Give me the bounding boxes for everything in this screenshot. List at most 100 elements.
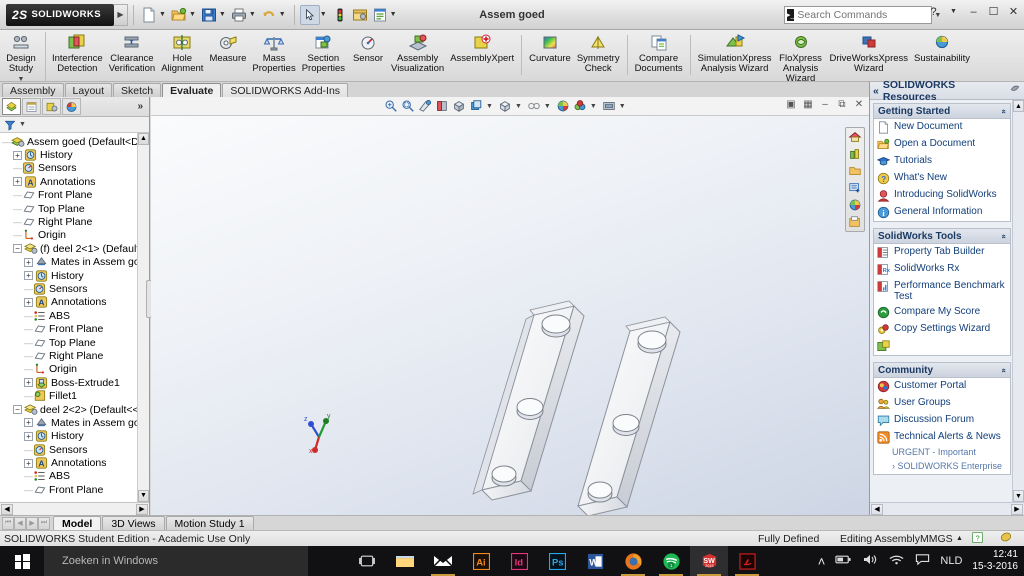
ribbon-command-hole-alignment[interactable]: Hole Alignment: [158, 32, 206, 74]
resource-group-header[interactable]: Getting Started «: [874, 104, 1010, 119]
resource-link[interactable]: Discussion Forum: [874, 412, 1010, 429]
task-pane-hscrollbar[interactable]: ◀ ▶: [870, 502, 1024, 515]
chevron-down-icon[interactable]: ▼: [486, 103, 493, 110]
battery-icon[interactable]: [835, 553, 852, 569]
ribbon-command-assembly-visualization[interactable]: Assembly Visualization: [388, 32, 447, 74]
resource-link[interactable]: Performance Benchmark Test: [874, 278, 1010, 304]
first-tab-button[interactable]: ⏮: [2, 516, 14, 530]
expand-toggle-icon[interactable]: +: [24, 271, 33, 281]
chevron-down-icon[interactable]: ▼: [219, 11, 226, 18]
status-help-badge[interactable]: ?: [972, 531, 983, 546]
news-item[interactable]: › SOLIDWORKS Enterprise: [874, 460, 1010, 474]
task-pane-scrollbar[interactable]: ▲ ▼: [1012, 100, 1024, 502]
action-center-icon[interactable]: [915, 553, 930, 569]
scroll-up-arrow[interactable]: ▲: [1013, 100, 1024, 112]
scroll-right-arrow[interactable]: ▶: [136, 503, 148, 515]
solidworks-icon[interactable]: SW 2015: [690, 546, 728, 576]
acrobat-icon[interactable]: [728, 546, 766, 576]
ribbon-command-curvature[interactable]: Curvature: [526, 32, 574, 64]
file-explorer-icon[interactable]: [386, 546, 424, 576]
resource-link[interactable]: Compare My Score: [874, 304, 1010, 321]
more-tabs-button[interactable]: »: [137, 101, 147, 112]
property-manager-tab[interactable]: [22, 98, 41, 115]
expand-toggle-icon[interactable]: +: [24, 378, 33, 388]
print-icon[interactable]: [229, 5, 249, 25]
expand-toggle-icon[interactable]: +: [24, 431, 33, 441]
display-manager-tab[interactable]: [62, 98, 81, 115]
feature-tree-item[interactable]: + Boss-Extrude1: [0, 376, 149, 389]
feature-tree-item[interactable]: + History: [0, 148, 149, 161]
taskbar-clock[interactable]: 12:41 15-3-2016: [972, 549, 1018, 573]
expand-toggle-icon[interactable]: +: [24, 458, 33, 468]
view-settings-icon[interactable]: [572, 98, 588, 114]
ribbon-command-measure[interactable]: Measure: [206, 32, 249, 64]
section-view-icon[interactable]: [434, 98, 450, 114]
display-style-icon[interactable]: [468, 98, 484, 114]
restore-button[interactable]: ☐: [987, 5, 1000, 18]
resource-link[interactable]: Tutorials: [874, 153, 1010, 170]
feature-tree-item[interactable]: — Top Plane: [0, 336, 149, 349]
feature-tree-item[interactable]: — Front Plane: [0, 189, 149, 202]
collapse-toggle-icon[interactable]: −: [13, 244, 22, 254]
wifi-icon[interactable]: [888, 553, 905, 569]
expand-toggle-icon[interactable]: +: [24, 257, 33, 267]
scroll-right-arrow[interactable]: ▶: [1011, 503, 1023, 515]
expand-toggle-icon[interactable]: +: [24, 297, 33, 307]
feature-tree-item[interactable]: + Mates in Assem goed: [0, 416, 149, 429]
scroll-up-arrow[interactable]: ▲: [138, 133, 149, 145]
volume-icon[interactable]: [862, 553, 878, 569]
ribbon-command-clearance-verification[interactable]: Clearance Verification: [106, 32, 158, 74]
resource-link[interactable]: Property Tab Builder: [874, 244, 1010, 261]
resource-link[interactable]: Rx SolidWorks Rx: [874, 261, 1010, 278]
expand-toggle-icon[interactable]: +: [24, 418, 33, 428]
chevron-down-icon[interactable]: ▼: [390, 11, 397, 18]
scroll-left-arrow[interactable]: ◀: [1, 503, 13, 515]
tab-solidworks-addins[interactable]: SOLIDWORKS Add-Ins: [222, 83, 349, 97]
folder-icon[interactable]: [847, 163, 863, 179]
ribbon-command-mass-properties[interactable]: Mass Properties: [249, 32, 298, 74]
appearances-icon[interactable]: [847, 146, 863, 162]
chevron-down-icon[interactable]: ▼: [947, 8, 960, 15]
feature-tree-item[interactable]: — ABS: [0, 309, 149, 322]
assembly-transparency-icon[interactable]: [601, 98, 617, 114]
resource-link[interactable]: Customer Portal: [874, 378, 1010, 395]
undo-icon[interactable]: [259, 5, 279, 25]
chevron-down-icon[interactable]: ▼: [18, 75, 25, 81]
feature-tree-item[interactable]: — Right Plane: [0, 215, 149, 228]
chevron-down-icon[interactable]: ▼: [249, 11, 256, 18]
chevron-down-icon[interactable]: ▼: [19, 121, 26, 128]
firefox-icon[interactable]: [614, 546, 652, 576]
configuration-manager-tab[interactable]: [42, 98, 61, 115]
feature-tree-item[interactable]: + A Annotations: [0, 175, 149, 188]
ribbon-command-interference-detection[interactable]: Interference Detection: [49, 32, 106, 74]
expand-toggle-icon[interactable]: +: [13, 177, 22, 187]
viewport-tile-button[interactable]: ▦: [802, 99, 814, 110]
tab-assembly[interactable]: Assembly: [2, 83, 64, 97]
language-indicator[interactable]: NLD: [940, 555, 962, 567]
status-solidworks-icon[interactable]: [1000, 531, 1012, 546]
resource-link[interactable]: User Groups: [874, 395, 1010, 412]
bottom-tab-3d-views[interactable]: 3D Views: [102, 516, 165, 530]
feature-tree-item[interactable]: — Right Plane: [0, 349, 149, 362]
options-icon[interactable]: [350, 5, 370, 25]
resource-link[interactable]: Introducing SolidWorks: [874, 187, 1010, 204]
resource-link[interactable]: Open a Document: [874, 136, 1010, 153]
chevron-down-icon[interactable]: ▼: [159, 11, 166, 18]
feature-tree-item[interactable]: + Mates in Assem goed: [0, 256, 149, 269]
feature-tree-item[interactable]: — Front Plane: [0, 322, 149, 335]
ribbon-command-design-study[interactable]: Design Study ▼: [0, 32, 46, 81]
chevron-up-icon[interactable]: ▲: [956, 535, 963, 542]
resource-link[interactable]: Copy Settings Wizard: [874, 321, 1010, 338]
start-button[interactable]: [0, 546, 44, 576]
feature-tree-filter[interactable]: ▼: [0, 117, 149, 133]
mail-icon[interactable]: [424, 546, 462, 576]
ribbon-command-floxpress[interactable]: FloXpress Analysis Wizard: [775, 32, 827, 81]
search-commands-box[interactable]: ▸_ ▼: [784, 6, 941, 24]
feature-tree-item[interactable]: — Top Plane: [0, 202, 149, 215]
scroll-down-arrow[interactable]: ▼: [1013, 490, 1024, 502]
resource-link[interactable]: i General Information: [874, 204, 1010, 221]
feature-tree-item[interactable]: + A Annotations: [0, 456, 149, 469]
chevron-down-icon[interactable]: ▼: [515, 103, 522, 110]
resource-link[interactable]: New Document: [874, 119, 1010, 136]
ribbon-command-driveworksxpress[interactable]: DriveWorksXpress Wizard: [827, 32, 911, 74]
